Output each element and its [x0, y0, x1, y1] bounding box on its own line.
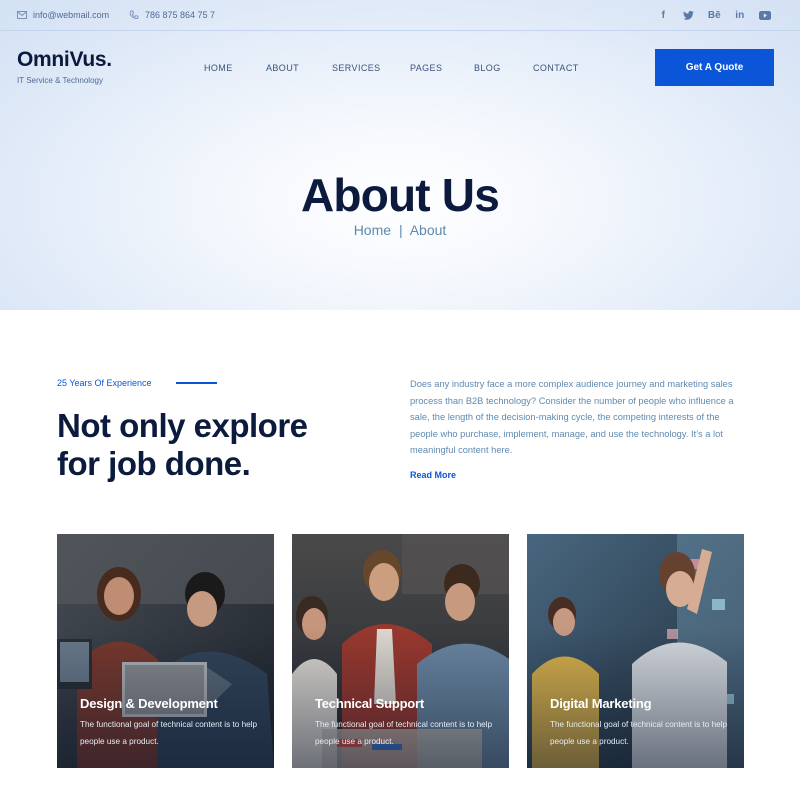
card-title: Technical Support — [315, 696, 425, 711]
envelope-icon — [17, 11, 27, 19]
email-text: info@webmail.com — [33, 10, 110, 20]
card-description: The functional goal of technical content… — [550, 720, 728, 746]
top-bar: info@webmail.com 786 875 864 75 7 f Bē i… — [0, 0, 800, 31]
facebook-icon[interactable]: f — [651, 8, 677, 22]
nav-contact[interactable]: CONTACT — [533, 63, 579, 73]
nav-about[interactable]: ABOUT — [266, 63, 299, 73]
eyebrow-divider — [176, 382, 217, 384]
read-more-link[interactable]: Read More — [410, 470, 456, 480]
card-title: Design & Development — [80, 696, 218, 711]
headline-line-2: for job done. — [57, 445, 251, 482]
breadcrumb-current: About — [409, 222, 447, 238]
card-title: Digital Marketing — [550, 696, 652, 711]
linkedin-icon[interactable]: in — [727, 8, 753, 22]
nav-services[interactable]: SERVICES — [332, 63, 381, 73]
nav-blog[interactable]: BLOG — [474, 63, 501, 73]
behance-icon[interactable]: Bē — [702, 8, 728, 22]
phone-icon — [129, 10, 139, 19]
phone-contact[interactable]: 786 875 864 75 7 — [129, 10, 215, 20]
breadcrumb-home[interactable]: Home — [354, 222, 391, 238]
get-a-quote-button[interactable]: Get A Quote — [655, 49, 774, 86]
page-hero — [0, 0, 800, 310]
social-links: f Bē in — [651, 8, 779, 22]
breadcrumb-separator: | — [398, 222, 403, 238]
service-card-marketing[interactable]: Digital Marketing The functional goal of… — [527, 534, 744, 768]
youtube-icon[interactable] — [753, 8, 779, 22]
site-tagline: IT Service & Technology — [17, 76, 103, 85]
about-headline: Not only explore for job done. — [57, 407, 387, 483]
nav-pages[interactable]: PAGES — [410, 63, 442, 73]
twitter-icon[interactable] — [676, 8, 702, 22]
service-card-design[interactable]: Design & Development The functional goal… — [57, 534, 274, 768]
about-body-text: Does any industry face a more complex au… — [410, 379, 734, 456]
service-card-support[interactable]: Technical Support The functional goal of… — [292, 534, 509, 768]
nav-home[interactable]: HOME — [204, 63, 233, 73]
headline-line-1: Not only explore — [57, 407, 308, 444]
page-title: About Us — [300, 169, 500, 221]
breadcrumb: Home | About — [0, 222, 800, 238]
experience-eyebrow: 25 Years Of Experience — [57, 378, 152, 388]
card-description: The functional goal of technical content… — [315, 720, 493, 746]
email-contact[interactable]: info@webmail.com — [17, 10, 109, 20]
phone-text: 786 875 864 75 7 — [145, 10, 216, 20]
card-description: The functional goal of technical content… — [80, 720, 258, 746]
